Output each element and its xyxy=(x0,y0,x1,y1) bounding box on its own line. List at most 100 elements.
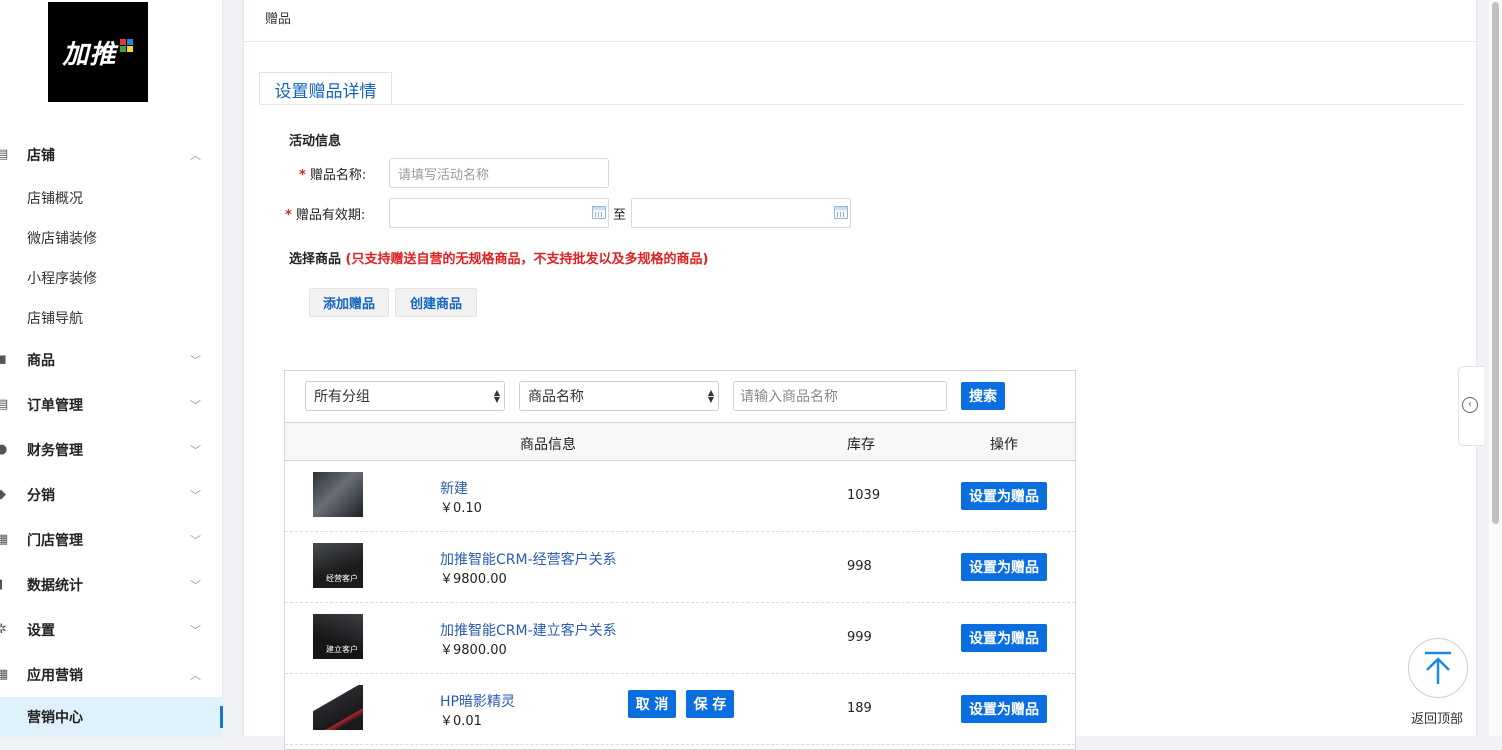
set-as-gift-button[interactable]: 设置为赠品 xyxy=(961,553,1047,581)
product-name-link[interactable]: 加推智能CRM-建立客户关系 xyxy=(440,620,617,640)
sidebar: 加推 ▤ 店铺 ︿ 店铺概况 微店铺装修 小程序装修 店铺导航 ◼ 商品 ﹀ ▤… xyxy=(0,0,223,737)
nav-group-store-management[interactable]: ▦ 门店管理 ﹀ xyxy=(0,525,223,555)
sidebar-item-label: 微店铺装修 xyxy=(27,231,97,247)
create-product-button[interactable]: 创建商品 xyxy=(395,288,477,317)
back-to-top-label[interactable]: 返回顶部 xyxy=(1411,708,1463,727)
breadcrumb[interactable]: 赠品 xyxy=(265,8,291,27)
list-icon: ▤ xyxy=(0,397,9,412)
set-as-gift-button[interactable]: 设置为赠品 xyxy=(961,482,1047,510)
end-date-input[interactable] xyxy=(631,198,851,228)
add-gift-button[interactable]: 添加赠品 xyxy=(309,288,389,317)
nav-group-products[interactable]: ◼ 商品 ﹀ xyxy=(0,345,223,375)
required-marker: * xyxy=(285,208,292,223)
set-as-gift-button[interactable]: 设置为赠品 xyxy=(961,624,1047,652)
nav-group-label: 店铺 xyxy=(27,148,55,164)
nav-group-orders[interactable]: ▤ 订单管理 ﹀ xyxy=(0,390,223,420)
sidebar-item-store-overview[interactable]: 店铺概况 xyxy=(0,183,223,213)
sidebar-item-miniprogram-decoration[interactable]: 小程序装修 xyxy=(0,263,223,293)
required-marker: * xyxy=(299,168,306,183)
divider xyxy=(244,41,1478,42)
gift-name-input[interactable]: 请填写活动名称 xyxy=(389,158,609,188)
nav-group-store[interactable]: ▤ 店铺 ︿ xyxy=(0,140,223,170)
table-row: 建立客户 加推智能CRM-建立客户关系 ￥9800.00 999 设置为赠品 xyxy=(285,603,1075,674)
nav-group-finance[interactable]: ● 财务管理 ﹀ xyxy=(0,435,223,465)
group-select-value: 所有分组 xyxy=(314,389,370,405)
chevron-up-icon: ︿ xyxy=(190,669,201,682)
shop-icon: ▦ xyxy=(0,532,9,547)
nav-group-label: 商品 xyxy=(27,353,55,369)
nav-group-app-marketing[interactable]: ▦ 应用营销 ︿ xyxy=(0,660,223,690)
table-row: HP暗影精灵 ￥0.01 189 设置为赠品 取 消 保 存 xyxy=(285,674,1075,745)
scrollbar-thumb[interactable] xyxy=(1492,2,1499,524)
chevron-down-icon: ﹀ xyxy=(190,354,201,367)
select-arrows-icon: ▲ ▼ xyxy=(707,388,714,404)
sidebar-item-label: 店铺导航 xyxy=(27,311,83,327)
cancel-button[interactable]: 取 消 xyxy=(628,690,676,718)
nav-group-label: 财务管理 xyxy=(27,443,83,459)
nav-group-label: 设置 xyxy=(27,623,55,639)
header-product-info: 商品信息 xyxy=(520,437,576,453)
product-price: ￥0.10 xyxy=(440,501,482,516)
validity-label: * 赠品有效期: xyxy=(285,204,365,223)
gift-name-label: * 赠品名称: xyxy=(299,164,366,183)
calendar-icon[interactable] xyxy=(592,206,606,219)
chevron-down-icon: ﹀ xyxy=(190,489,201,502)
chevron-down-icon: ﹀ xyxy=(190,579,201,592)
nav-group-label: 订单管理 xyxy=(27,398,83,414)
gift-name-label-text: 赠品名称: xyxy=(309,168,367,183)
choose-product-line: 选择商品 (只支持赠送自营的无规格商品，不支持批发以及多规格的商品) xyxy=(289,248,708,267)
sidebar-item-marketing-center[interactable]: 营销中心 xyxy=(0,697,223,737)
header-action: 操作 xyxy=(990,437,1018,453)
calendar-icon[interactable] xyxy=(834,206,848,219)
side-panel-toggle[interactable]: ‹ xyxy=(1458,366,1484,446)
product-name-link[interactable]: 新建 xyxy=(440,478,468,498)
nav-group-statistics[interactable]: ▮ 数据统计 ﹀ xyxy=(0,570,223,600)
sidebar-item-wechat-store-decoration[interactable]: 微店铺装修 xyxy=(0,223,223,253)
nav-group-label: 分销 xyxy=(27,488,55,504)
set-as-gift-button[interactable]: 设置为赠品 xyxy=(961,695,1047,723)
tab-gift-details[interactable]: 设置赠品详情 xyxy=(259,72,392,105)
brand-logo[interactable]: 加推 xyxy=(48,2,148,102)
group-select[interactable]: 所有分组 ▲ ▼ xyxy=(305,381,505,411)
logo-mark-icon xyxy=(119,39,134,53)
nav-group-settings[interactable]: ✲ 设置 ﹀ xyxy=(0,615,223,645)
nav-group-distribution[interactable]: ◆ 分销 ﹀ xyxy=(0,480,223,510)
page-scrollbar[interactable] xyxy=(1489,0,1502,736)
choose-product-label: 选择商品 xyxy=(289,252,342,267)
product-stock: 189 xyxy=(847,701,872,716)
product-search-input[interactable]: 请输入商品名称 xyxy=(733,381,947,411)
save-button[interactable]: 保 存 xyxy=(686,690,734,718)
product-price: ￥9800.00 xyxy=(440,572,507,587)
header-stock: 库存 xyxy=(847,437,875,453)
product-stock: 1039 xyxy=(847,488,881,503)
product-stock: 999 xyxy=(847,630,872,645)
nav-group-label: 数据统计 xyxy=(27,578,83,594)
start-date-input[interactable] xyxy=(389,198,609,228)
product-thumbnail[interactable] xyxy=(313,685,363,730)
choose-product-warning: (只支持赠送自营的无规格商品，不支持批发以及多规格的商品) xyxy=(345,252,709,267)
table-header: 商品信息 库存 操作 xyxy=(285,422,1075,461)
main-panel: 赠品 设置赠品详情 活动信息 * 赠品名称: 请填写活动名称 * 赠品有效期: 至 … xyxy=(243,0,1478,750)
product-name-link[interactable]: HP暗影精灵 xyxy=(440,691,515,711)
product-thumbnail[interactable]: 经营客户 xyxy=(313,543,363,588)
section-title: 活动信息 xyxy=(289,134,342,149)
bag-icon: ◼ xyxy=(0,352,7,367)
location-icon: ◆ xyxy=(0,487,6,502)
back-to-top-button[interactable] xyxy=(1408,638,1468,698)
table-row: 新建 ￥0.10 1039 设置为赠品 xyxy=(285,461,1075,532)
select-arrows-icon: ▲ ▼ xyxy=(493,388,500,404)
thumbnail-caption: 经营客户 xyxy=(326,574,358,583)
arrow-up-icon xyxy=(1425,651,1451,684)
sidebar-item-store-navigation[interactable]: 店铺导航 xyxy=(0,303,223,333)
product-price: ￥9800.00 xyxy=(440,643,507,658)
apps-icon: ▦ xyxy=(0,667,9,682)
field-select[interactable]: 商品名称 ▲ ▼ xyxy=(519,381,719,411)
product-thumbnail[interactable] xyxy=(313,472,363,517)
search-button[interactable]: 搜索 xyxy=(961,382,1005,410)
gear-icon: ✲ xyxy=(0,622,7,637)
chevron-left-icon: ‹ xyxy=(1462,397,1478,413)
product-thumbnail[interactable]: 建立客户 xyxy=(313,614,363,659)
validity-label-text: 赠品有效期: xyxy=(295,208,366,223)
field-select-value: 商品名称 xyxy=(528,389,584,405)
product-name-link[interactable]: 加推智能CRM-经营客户关系 xyxy=(440,549,617,569)
